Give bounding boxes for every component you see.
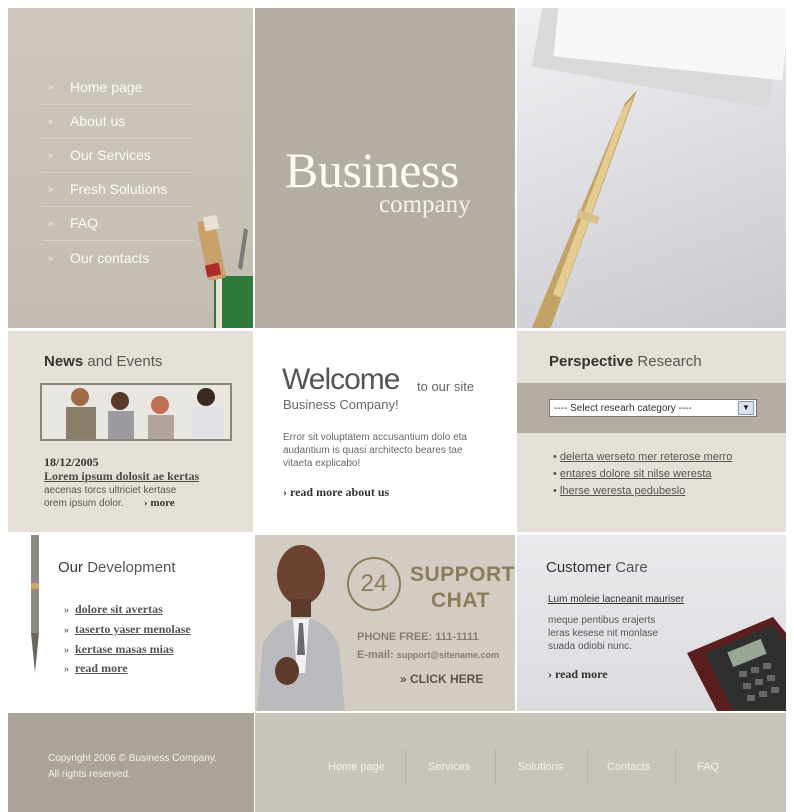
support-chat-panel: 24 SUPPORT CHAT PHONE FREE: 111-1111 E-m… bbox=[255, 535, 515, 711]
nav-item-label: Home page bbox=[70, 79, 143, 95]
support-title-line1: SUPPORT bbox=[410, 563, 515, 586]
nav-item-about[interactable]: » About us bbox=[42, 104, 194, 139]
arrow-icon: » bbox=[64, 625, 69, 636]
care-title: Customer Care bbox=[546, 559, 648, 576]
support-title-line2: CHAT bbox=[431, 589, 490, 612]
care-read-more-link[interactable]: › read more bbox=[548, 667, 608, 682]
footer-link-faq[interactable]: FAQ bbox=[697, 761, 719, 773]
news-excerpt-line1: aecenas torcs ultriciet kertase bbox=[44, 485, 177, 496]
brand-panel: Business company bbox=[255, 8, 515, 328]
welcome-title-tail: to our site bbox=[417, 379, 475, 394]
footer-link-home[interactable]: Home page bbox=[328, 761, 385, 773]
welcome-title: Welcome bbox=[282, 363, 400, 396]
main-navigation: » Home page » About us » Our Services » … bbox=[8, 8, 253, 328]
development-title: Our Development bbox=[58, 559, 176, 576]
nav-item-label: Our contacts bbox=[70, 250, 150, 266]
read-more-about-us-link[interactable]: › read more about us bbox=[283, 485, 389, 500]
news-more-link[interactable]: › more bbox=[144, 497, 175, 509]
development-link[interactable]: » kertase masas mias bbox=[64, 642, 174, 657]
research-item[interactable]: • lherse weresta pedubeslo bbox=[553, 485, 685, 497]
arrow-icon: » bbox=[64, 605, 69, 616]
footer-navigation: Home page Services Solutions Contacts FA… bbox=[255, 713, 786, 812]
nav-item-label: FAQ bbox=[70, 215, 99, 231]
copyright-line2: All rights reserved. bbox=[48, 769, 131, 780]
support-agent-photo bbox=[257, 545, 345, 711]
research-title: Perspective Research bbox=[549, 353, 702, 370]
research-item[interactable]: • delerta werseto mer reterose merro bbox=[553, 451, 732, 463]
nav-bullet-icon: » bbox=[48, 116, 54, 126]
footer-copyright-panel: Copyright 2006 © Business Company. All r… bbox=[8, 713, 254, 812]
care-headline-link[interactable]: Lum moleie lacneanit mauriser bbox=[548, 594, 684, 605]
research-item[interactable]: • entares dolore sit nilse weresta bbox=[553, 468, 712, 480]
nav-item-home[interactable]: » Home page bbox=[42, 70, 194, 105]
news-headline-link[interactable]: Lorem ipsum dolosit ae kertas bbox=[44, 469, 199, 484]
chevron-down-icon: ▼ bbox=[738, 401, 754, 415]
nav-item-label: Fresh Solutions bbox=[70, 181, 168, 197]
calculator-image bbox=[687, 617, 786, 711]
nav-item-faq[interactable]: » FAQ bbox=[42, 206, 194, 241]
nav-bullet-icon: » bbox=[48, 253, 54, 263]
hero-pen-photo bbox=[517, 8, 786, 328]
nav-item-solutions[interactable]: » Fresh Solutions bbox=[42, 172, 194, 207]
development-link[interactable]: » dolore sit avertas bbox=[64, 602, 163, 617]
support-phone: PHONE FREE: 111-1111 bbox=[357, 631, 479, 643]
nav-bullet-icon: » bbox=[48, 150, 54, 160]
development-link[interactable]: » taserto yaser menolase bbox=[64, 622, 191, 637]
nav-item-label: Our Services bbox=[70, 147, 151, 163]
news-title: News and Events bbox=[44, 353, 163, 370]
news-date: 18/12/2005 bbox=[44, 455, 99, 469]
footer-link-contacts[interactable]: Contacts bbox=[607, 761, 650, 773]
customer-care-panel: Customer Care Lum moleie lacneanit mauri… bbox=[517, 535, 786, 711]
footer-link-solutions[interactable]: Solutions bbox=[518, 761, 563, 773]
welcome-panel: Welcome to our site Business Company! Er… bbox=[255, 331, 515, 532]
fountain-pen-image bbox=[31, 535, 39, 673]
care-body-line3: suada odiobi nunc. bbox=[548, 641, 632, 652]
nav-item-contacts[interactable]: » Our contacts bbox=[42, 241, 194, 275]
research-select-value: ---- Select researh category ---- bbox=[554, 402, 692, 414]
support-24-badge: 24 bbox=[347, 557, 401, 611]
footer-link-services[interactable]: Services bbox=[428, 761, 470, 773]
support-email-row: E-mail: support@sitename.com bbox=[357, 649, 500, 661]
news-excerpt-line2: orem ipsum dolor. bbox=[44, 498, 124, 509]
brand-subtitle: company bbox=[379, 191, 471, 218]
nav-item-label: About us bbox=[70, 113, 126, 129]
nav-item-services[interactable]: » Our Services bbox=[42, 138, 194, 173]
pen-and-cards-image bbox=[531, 8, 786, 328]
development-panel: Our Development » dolore sit avertas » tas… bbox=[8, 535, 253, 711]
footer-divider bbox=[587, 749, 588, 783]
welcome-subtitle: Business Company! bbox=[283, 397, 399, 412]
arrow-icon: » bbox=[64, 645, 69, 656]
research-panel: Perspective Research ---- Select researh… bbox=[517, 331, 786, 532]
pencil-cup-image bbox=[198, 214, 253, 328]
copyright-line1: Copyright 2006 © Business Company. bbox=[48, 753, 217, 764]
welcome-body: Error sit voluptatem accusantium dolo et… bbox=[283, 432, 467, 469]
nav-bullet-icon: » bbox=[48, 82, 54, 92]
team-photo bbox=[40, 383, 232, 441]
click-here-button[interactable]: » CLICK HERE bbox=[400, 672, 483, 686]
nav-bullet-icon: » bbox=[48, 184, 54, 194]
care-body-line1: meque pentibus erajerts bbox=[548, 615, 656, 626]
development-read-more-link[interactable]: » read more bbox=[64, 661, 128, 676]
footer-divider bbox=[405, 749, 406, 783]
care-body-line2: leras kesese nit monlase bbox=[548, 628, 659, 639]
nav-bullet-icon: » bbox=[48, 218, 54, 228]
news-events-panel: News and Events 18/12/2005 Lorem ipsum d… bbox=[8, 331, 253, 532]
research-category-select[interactable]: ---- Select researh category ---- ▼ bbox=[549, 399, 757, 417]
arrow-icon: » bbox=[64, 664, 69, 675]
footer-divider bbox=[495, 749, 496, 783]
footer-divider bbox=[675, 749, 676, 783]
